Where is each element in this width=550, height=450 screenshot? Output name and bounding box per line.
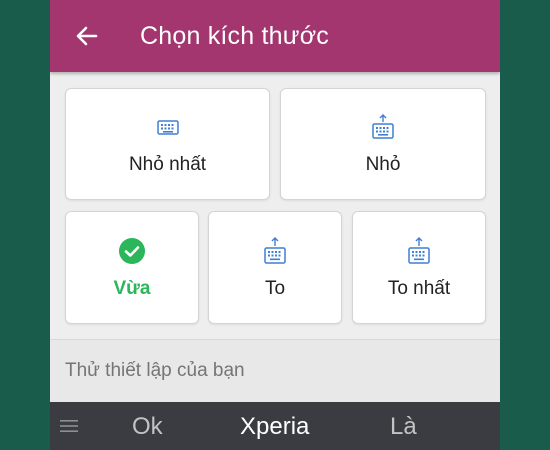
phone-screen: Chọn kích thước Nhỏ nhất Nhỏ Vừa To To n… xyxy=(50,0,500,450)
suggestion-right[interactable]: Là xyxy=(390,413,417,441)
size-option-largest[interactable]: To nhất xyxy=(352,211,486,324)
keyboard-expand-icon xyxy=(408,237,430,264)
keyboard-expand-icon xyxy=(264,237,286,264)
suggestion-center[interactable]: Xperia xyxy=(240,413,309,441)
menu-icon[interactable] xyxy=(59,416,79,436)
size-option-large[interactable]: To xyxy=(208,211,342,324)
keyboard-suggestion-bar: Ok Xperia Là xyxy=(50,402,500,450)
app-bar: Chọn kích thước xyxy=(50,0,500,72)
size-option-label: To nhất xyxy=(387,278,451,299)
size-option-smallest[interactable]: Nhỏ nhất xyxy=(65,88,270,200)
arrow-left-icon xyxy=(76,26,98,46)
size-option-label: Nhỏ xyxy=(365,154,401,175)
size-option-label: Nhỏ nhất xyxy=(128,154,207,175)
size-option-label: To xyxy=(264,278,286,299)
back-button[interactable] xyxy=(67,16,107,56)
page-title: Chọn kích thước xyxy=(140,21,329,50)
keyboard-expand-icon xyxy=(372,114,394,140)
keyboard-icon xyxy=(156,114,179,140)
trial-text-input[interactable] xyxy=(65,360,485,382)
suggestion-left[interactable]: Ok xyxy=(132,413,163,441)
trial-area xyxy=(50,340,500,402)
size-option-medium[interactable]: Vừa xyxy=(65,211,199,324)
size-option-label: Vừa xyxy=(113,278,151,299)
size-option-small[interactable]: Nhỏ xyxy=(280,88,486,200)
check-circle-icon xyxy=(118,238,146,264)
